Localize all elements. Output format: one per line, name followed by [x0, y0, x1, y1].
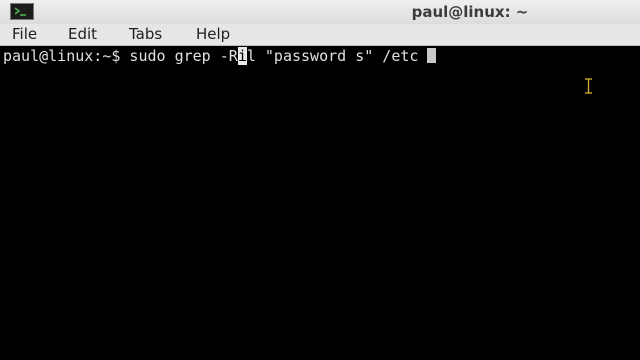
menu-bar: File Edit Tabs Help	[0, 24, 640, 46]
terminal-output[interactable]: paul@linux:~$ sudo grep -Ril "password s…	[0, 46, 640, 360]
menu-tabs[interactable]: Tabs	[129, 24, 162, 45]
terminal-window: paul@linux: ~ File Edit Tabs Help paul@l…	[0, 0, 640, 360]
window-title: paul@linux: ~	[411, 3, 529, 21]
command-line: paul@linux:~$ sudo grep -Ril "password s…	[3, 47, 437, 65]
selected-char: i	[237, 47, 247, 65]
title-bar[interactable]: paul@linux: ~	[0, 0, 640, 24]
menu-help[interactable]: Help	[196, 24, 230, 45]
text-cursor	[427, 48, 437, 63]
i-beam-cursor-icon	[585, 78, 592, 94]
terminal-icon	[10, 3, 34, 20]
command-text: sudo grep -R	[120, 47, 238, 65]
menu-edit[interactable]: Edit	[68, 24, 97, 45]
command-text-rest: l "password s" /etc	[246, 47, 428, 65]
shell-prompt: paul@linux:~$	[3, 47, 121, 65]
menu-file[interactable]: File	[12, 24, 37, 45]
